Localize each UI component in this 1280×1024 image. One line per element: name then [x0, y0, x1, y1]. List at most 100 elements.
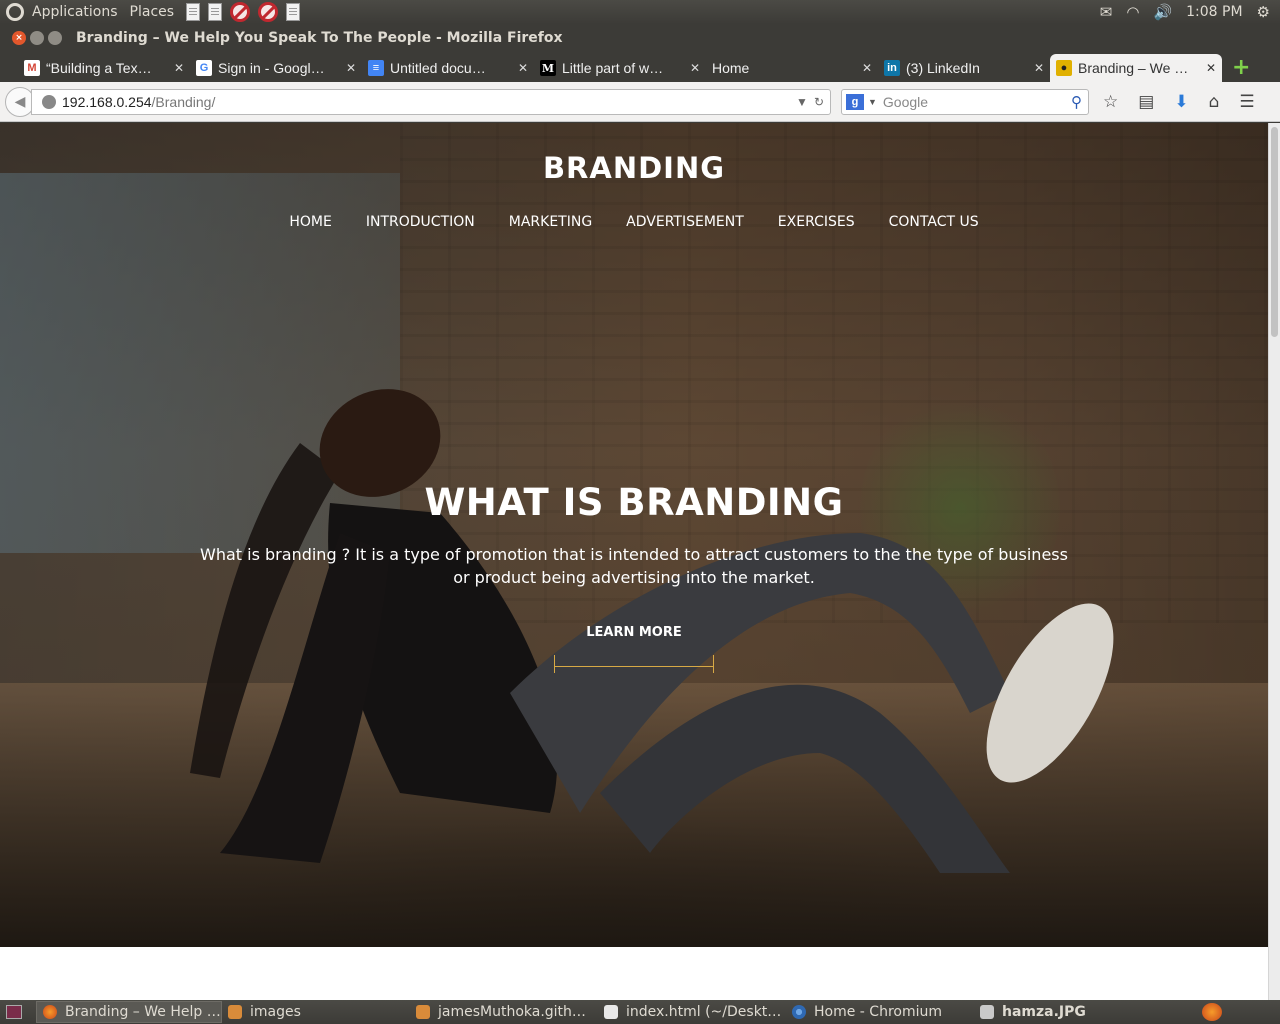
top-panel: Applications Places ✉ ◠ 🔊 1:08 PM ⚙	[0, 0, 1280, 24]
task-firefox[interactable]: Branding – We Help …	[36, 1001, 222, 1023]
close-tab-icon[interactable]: ✕	[174, 61, 184, 75]
url-host: 192.168.0.254	[62, 93, 152, 110]
minimize-window-button[interactable]	[30, 31, 44, 45]
task-label: jamesMuthoka.gith…	[438, 1004, 586, 1020]
tab-label: “Building a Tex…	[46, 60, 152, 76]
tab-label: Little part of w…	[562, 60, 664, 76]
ubuntu-logo-icon[interactable]	[6, 3, 24, 21]
url-bar[interactable]: 192.168.0.254/Branding/ ▼ ↻	[31, 88, 831, 115]
nav-contact-us[interactable]: CONTACT US	[889, 214, 979, 230]
page-viewport: BRANDING HOME INTRODUCTION MARKETING ADV…	[0, 123, 1268, 1000]
close-tab-icon[interactable]: ✕	[1206, 61, 1216, 75]
download-icon[interactable]: ⬇	[1174, 92, 1188, 112]
tab-label: Untitled docu…	[390, 60, 486, 76]
folder-icon	[416, 1005, 430, 1019]
search-box[interactable]: g ▼ Google ⚲	[841, 88, 1089, 115]
google-engine-icon[interactable]: g	[846, 93, 864, 110]
reload-icon[interactable]: ↻	[814, 95, 824, 109]
image-icon	[980, 1005, 994, 1019]
maximize-window-button[interactable]	[48, 31, 62, 45]
show-desktop-icon[interactable]	[6, 1005, 22, 1019]
clock[interactable]: 1:08 PM	[1186, 4, 1242, 20]
firefox-icon	[43, 1005, 57, 1019]
menu-icon[interactable]: ☰	[1239, 92, 1254, 112]
document-launcher-icon[interactable]	[186, 3, 201, 21]
tab-medium[interactable]: M Little part of w… ✕	[534, 54, 706, 82]
branding-icon: ●	[1056, 60, 1072, 76]
google-icon: G	[196, 60, 212, 76]
close-tab-icon[interactable]: ✕	[518, 61, 528, 75]
document-launcher-icon[interactable]	[208, 3, 223, 21]
site-logo[interactable]: BRANDING	[0, 151, 1268, 185]
task-label: Home - Chromium	[814, 1004, 942, 1020]
bookmark-star-icon[interactable]: ☆	[1103, 92, 1118, 112]
nav-marketing[interactable]: MARKETING	[509, 214, 592, 230]
hero-section: BRANDING HOME INTRODUCTION MARKETING ADV…	[0, 123, 1268, 947]
globe-icon	[42, 94, 56, 109]
task-images-folder[interactable]: images	[222, 1001, 410, 1023]
search-icon[interactable]: ⚲	[1071, 93, 1082, 111]
task-label: hamza.JPG	[1002, 1004, 1086, 1020]
task-jamesmuthoka-folder[interactable]: jamesMuthoka.gith…	[410, 1001, 598, 1023]
tab-branding[interactable]: ● Branding – We … ✕	[1050, 54, 1222, 82]
medium-icon: M	[540, 60, 556, 76]
nav-introduction[interactable]: INTRODUCTION	[366, 214, 475, 230]
linkedin-icon: in	[884, 60, 900, 76]
tab-google-signin[interactable]: G Sign in - Googl… ✕	[190, 54, 362, 82]
bottom-taskbar: Branding – We Help … images jamesMuthoka…	[0, 1000, 1280, 1024]
folder-icon	[228, 1005, 242, 1019]
task-chromium[interactable]: Home - Chromium	[786, 1001, 974, 1023]
task-hamza-image[interactable]: hamza.JPG	[974, 1001, 1162, 1023]
blocked-launcher-icon[interactable]	[230, 2, 251, 22]
gmail-icon: M	[24, 60, 40, 76]
tab-label: Home	[712, 60, 750, 76]
scrollbar-thumb[interactable]	[1271, 127, 1278, 337]
gear-icon[interactable]: ⚙	[1257, 3, 1270, 21]
close-tab-icon[interactable]: ✕	[346, 61, 356, 75]
places-menu[interactable]: Places	[130, 4, 175, 20]
hero-heading: WHAT IS BRANDING	[424, 481, 844, 524]
close-tab-icon[interactable]: ✕	[690, 61, 700, 75]
editor-icon	[604, 1005, 618, 1019]
blocked-launcher-icon[interactable]	[258, 2, 279, 22]
window-title: Branding – We Help You Speak To The Peop…	[76, 30, 563, 46]
tab-label: (3) LinkedIn	[906, 60, 980, 76]
tab-label: Branding – We …	[1078, 60, 1189, 76]
task-label: images	[250, 1004, 301, 1020]
home-icon[interactable]: ⌂	[1209, 92, 1220, 112]
mail-icon[interactable]: ✉	[1100, 3, 1113, 21]
task-index-html[interactable]: index.html (~/Deskt…	[598, 1001, 786, 1023]
window-title-bar: × Branding – We Help You Speak To The Pe…	[0, 24, 1280, 52]
nav-advertisement[interactable]: ADVERTISEMENT	[626, 214, 744, 230]
reading-list-icon[interactable]: ▤	[1138, 92, 1154, 112]
tab-home[interactable]: Home ✕	[706, 54, 878, 82]
close-window-button[interactable]: ×	[12, 31, 26, 45]
new-tab-icon[interactable]: +	[1232, 55, 1250, 80]
applications-menu[interactable]: Applications	[32, 4, 118, 20]
chevron-down-icon[interactable]: ▼	[868, 97, 877, 107]
tab-gmail[interactable]: M “Building a Tex… ✕	[18, 54, 190, 82]
hero-description: What is branding ? It is a type of promo…	[200, 545, 1068, 587]
url-path: /Branding/	[151, 93, 216, 110]
search-placeholder: Google	[882, 93, 929, 110]
chromium-icon	[792, 1005, 806, 1019]
tab-untitled-doc[interactable]: ≡ Untitled docu… ✕	[362, 54, 534, 82]
learn-more-button[interactable]: LEARN MORE	[554, 621, 714, 673]
wifi-icon[interactable]: ◠	[1126, 3, 1139, 21]
site-nav: HOME INTRODUCTION MARKETING ADVERTISEMEN…	[0, 214, 1268, 230]
close-tab-icon[interactable]: ✕	[862, 61, 872, 75]
firefox-tray-icon[interactable]	[1202, 1003, 1222, 1021]
navigation-toolbar: ◀ 192.168.0.254/Branding/ ▼ ↻ g ▼ Google…	[0, 82, 1280, 122]
page-scrollbar[interactable]	[1268, 123, 1280, 1000]
docs-icon: ≡	[368, 60, 384, 76]
tab-strip: M “Building a Tex… ✕ G Sign in - Googl… …	[0, 52, 1280, 82]
tab-linkedin[interactable]: in (3) LinkedIn ✕	[878, 54, 1050, 82]
nav-home[interactable]: HOME	[289, 214, 331, 230]
close-tab-icon[interactable]: ✕	[1034, 61, 1044, 75]
task-label: Branding – We Help …	[65, 1004, 221, 1020]
history-dropdown-icon[interactable]: ▼	[796, 95, 808, 109]
nav-exercises[interactable]: EXERCISES	[778, 214, 855, 230]
volume-icon[interactable]: 🔊	[1153, 3, 1172, 21]
document-launcher-icon[interactable]	[286, 3, 301, 21]
tab-label: Sign in - Googl…	[218, 60, 325, 76]
